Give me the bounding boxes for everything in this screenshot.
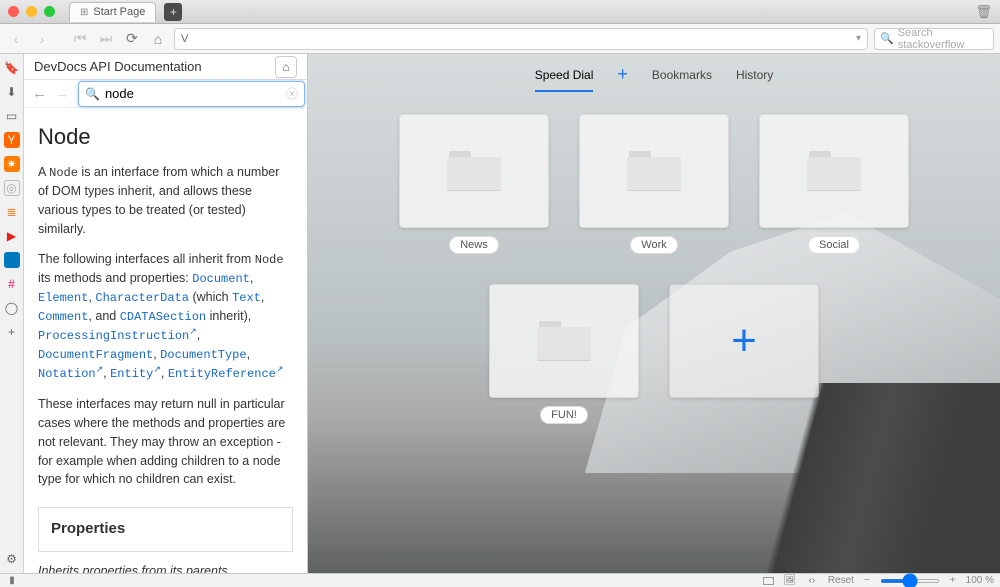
devdocs-header: DevDocs API Documentation ⌂ (24, 54, 307, 80)
images-toggle-icon[interactable]: 🖼 (784, 576, 796, 586)
article-heading: Node (38, 120, 293, 153)
trash-icon[interactable]: 🗑 (975, 4, 992, 20)
panel-icon-strip: 🔖 ⬇ ▭ Y ✷ ◎ ≣ ▶ # ◯ + ⚙ (0, 54, 24, 573)
site-favicon: V (181, 33, 188, 45)
zoom-reset-button[interactable]: Reset (828, 575, 854, 586)
devdocs-panel: DevDocs API Documentation ⌂ ← → 🔍 ⓧ ⌂ ☰ … (24, 54, 308, 573)
devdocs-forward-button[interactable]: → (55, 85, 70, 102)
devdocs-toolbar: ← → 🔍 ⓧ ⌂ ☰ (24, 80, 307, 108)
article-paragraph: A Node is an interface from which a numb… (38, 163, 293, 238)
forward-button[interactable]: › (32, 29, 52, 49)
browser-toolbar: ‹ › ⏮ ⏭ ⟳ ⌂ V ▾ 🔍 Search stackoverflow (0, 24, 1000, 54)
tile-label: FUN! (540, 406, 588, 424)
add-speed-dial-tile[interactable]: + (669, 284, 819, 398)
link-processinginstruction[interactable]: ProcessingInstruction (38, 329, 197, 343)
article-paragraph: The following interfaces all inherit fro… (38, 250, 293, 383)
link-documenttype[interactable]: DocumentType (160, 348, 246, 362)
link-document[interactable]: Document (192, 272, 250, 286)
zoom-in-button[interactable]: + (950, 575, 956, 586)
stackoverflow-panel-icon[interactable]: ≣ (4, 204, 20, 220)
properties-section: Properties (38, 507, 293, 552)
inherits-note: Inherits properties from its parents Eve… (38, 562, 293, 573)
add-speed-dial-group-button[interactable]: + (617, 68, 628, 92)
zoom-slider[interactable] (880, 579, 940, 583)
new-tab-button[interactable]: + (164, 3, 182, 21)
nav-history[interactable]: History (736, 68, 773, 92)
downloads-panel-icon[interactable]: ⬇ (4, 84, 20, 100)
window-controls (8, 6, 55, 17)
close-window-button[interactable] (8, 6, 19, 17)
trello-panel-icon[interactable] (4, 252, 20, 268)
speed-dial-nav: Speed Dial + Bookmarks History (308, 68, 1000, 92)
rewind-button[interactable]: ⏮ (70, 29, 90, 49)
tab-label: Start Page (93, 6, 145, 18)
speed-dial-folder-work[interactable] (579, 114, 729, 228)
notes-panel-icon[interactable]: ▭ (4, 108, 20, 124)
link-entityreference[interactable]: EntityReference (168, 367, 284, 381)
hackernews-panel-icon[interactable]: Y (4, 132, 20, 148)
minimize-window-button[interactable] (26, 6, 37, 17)
folder-icon (447, 151, 501, 191)
speed-dial-folder-social[interactable] (759, 114, 909, 228)
search-icon: 🔍 (880, 32, 894, 45)
link-characterdata[interactable]: CharacterData (95, 291, 189, 305)
devdocs-search-input[interactable] (105, 86, 281, 101)
github-panel-icon[interactable]: ◯ (4, 300, 20, 316)
link-comment[interactable]: Comment (38, 310, 88, 324)
tile-label: News (449, 236, 499, 254)
devdocs-search-box[interactable]: 🔍 ⓧ (78, 81, 305, 107)
devdocs-title: DevDocs API Documentation (34, 59, 202, 74)
link-element[interactable]: Element (38, 291, 88, 305)
folder-icon (537, 321, 591, 361)
status-bar: ▮ 🖼 ‹› Reset − + 100 % (0, 573, 1000, 587)
folder-icon (807, 151, 861, 191)
speed-dial-folder-fun[interactable] (489, 284, 639, 398)
link-text[interactable]: Text (232, 291, 261, 305)
plus-icon: + (731, 316, 757, 366)
window-titlebar: ⊞ Start Page + 🗑 (0, 0, 1000, 24)
devdocs-article: Node A Node is an interface from which a… (24, 108, 307, 573)
clear-search-icon[interactable]: ⓧ (286, 85, 298, 102)
panel-icon-orange[interactable]: ✷ (4, 156, 20, 172)
article-paragraph: These interfaces may return null in part… (38, 395, 293, 489)
nav-speed-dial[interactable]: Speed Dial (535, 68, 594, 92)
link-cdatasection[interactable]: CDATASection (120, 310, 206, 324)
zoom-out-button[interactable]: − (864, 575, 870, 586)
devdocs-back-button[interactable]: ← (32, 85, 47, 102)
reload-button[interactable]: ⟳ (122, 29, 142, 49)
speed-dial-folder-news[interactable] (399, 114, 549, 228)
folder-icon (627, 151, 681, 191)
youtube-panel-icon[interactable]: ▶ (4, 228, 20, 244)
search-placeholder: Search stackoverflow (898, 27, 988, 51)
speed-dial-area: Speed Dial + Bookmarks History News Work… (308, 54, 1000, 573)
slack-panel-icon[interactable]: # (4, 276, 20, 292)
tile-label: Work (630, 236, 677, 254)
panel-home-button[interactable]: ⌂ (275, 56, 297, 78)
speed-dial-grid: News Work Social FUN! + (374, 114, 934, 424)
address-bar[interactable]: V ▾ (174, 28, 868, 50)
zoom-level: 100 % (966, 575, 994, 586)
speed-dial-icon: ⊞ (80, 7, 88, 18)
search-bar[interactable]: 🔍 Search stackoverflow (874, 28, 994, 50)
link-notation[interactable]: Notation (38, 367, 103, 381)
tile-label: Social (808, 236, 860, 254)
home-button[interactable]: ⌂ (148, 29, 168, 49)
link-documentfragment[interactable]: DocumentFragment (38, 348, 153, 362)
settings-icon[interactable]: ⚙ (4, 551, 20, 567)
browser-tab-start-page[interactable]: ⊞ Start Page (69, 2, 156, 22)
bookmarks-panel-icon[interactable]: 🔖 (4, 60, 20, 76)
nav-bookmarks[interactable]: Bookmarks (652, 68, 712, 92)
link-entity[interactable]: Entity (110, 367, 161, 381)
page-actions-icon[interactable]: ‹› (806, 576, 818, 586)
tiling-icon[interactable] (763, 577, 774, 585)
fast-forward-button[interactable]: ⏭ (96, 29, 116, 49)
add-panel-icon[interactable]: + (4, 324, 20, 340)
panel-toggle-icon[interactable]: ▮ (6, 576, 18, 586)
panel-icon-box[interactable]: ◎ (4, 180, 20, 196)
maximize-window-button[interactable] (44, 6, 55, 17)
properties-heading: Properties (51, 518, 280, 541)
dropdown-icon[interactable]: ▾ (856, 33, 861, 44)
search-icon: 🔍 (85, 87, 100, 101)
back-button[interactable]: ‹ (6, 29, 26, 49)
